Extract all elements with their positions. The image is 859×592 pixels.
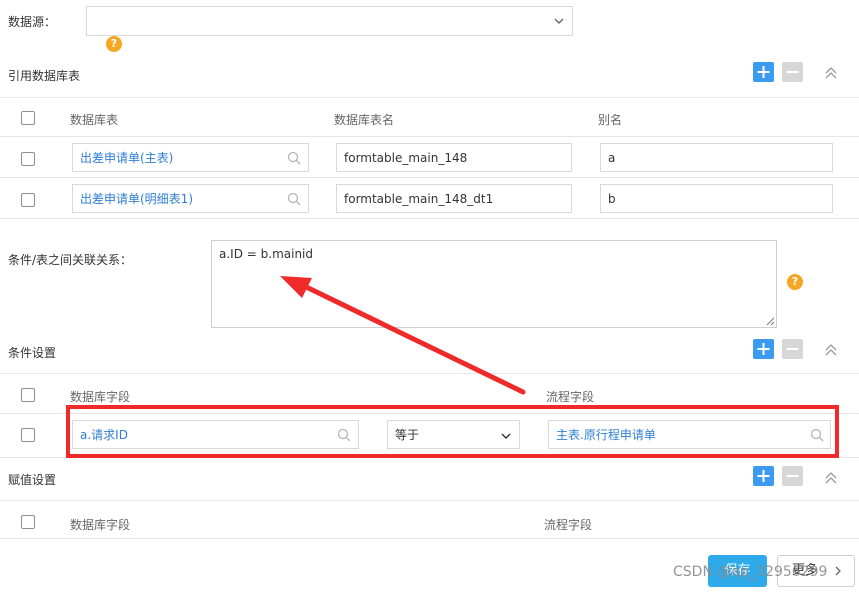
arrow-annotation: [280, 276, 526, 395]
assign-title: 赋值设置: [8, 473, 57, 487]
chevron-up-icon[interactable]: [824, 471, 838, 485]
select-all-assign-checkbox[interactable]: [21, 515, 35, 529]
col-header-flow-field: 流程字段: [544, 518, 593, 532]
col-header-db-field: 数据库字段: [70, 518, 131, 532]
watermark: CSDN @qq_32956299: [673, 564, 828, 580]
minus-icon: [786, 475, 799, 477]
plus-icon: [757, 470, 770, 482]
remove-assign-button[interactable]: [782, 466, 803, 486]
add-assign-button[interactable]: [753, 466, 774, 486]
chevron-right-icon: [835, 566, 841, 576]
